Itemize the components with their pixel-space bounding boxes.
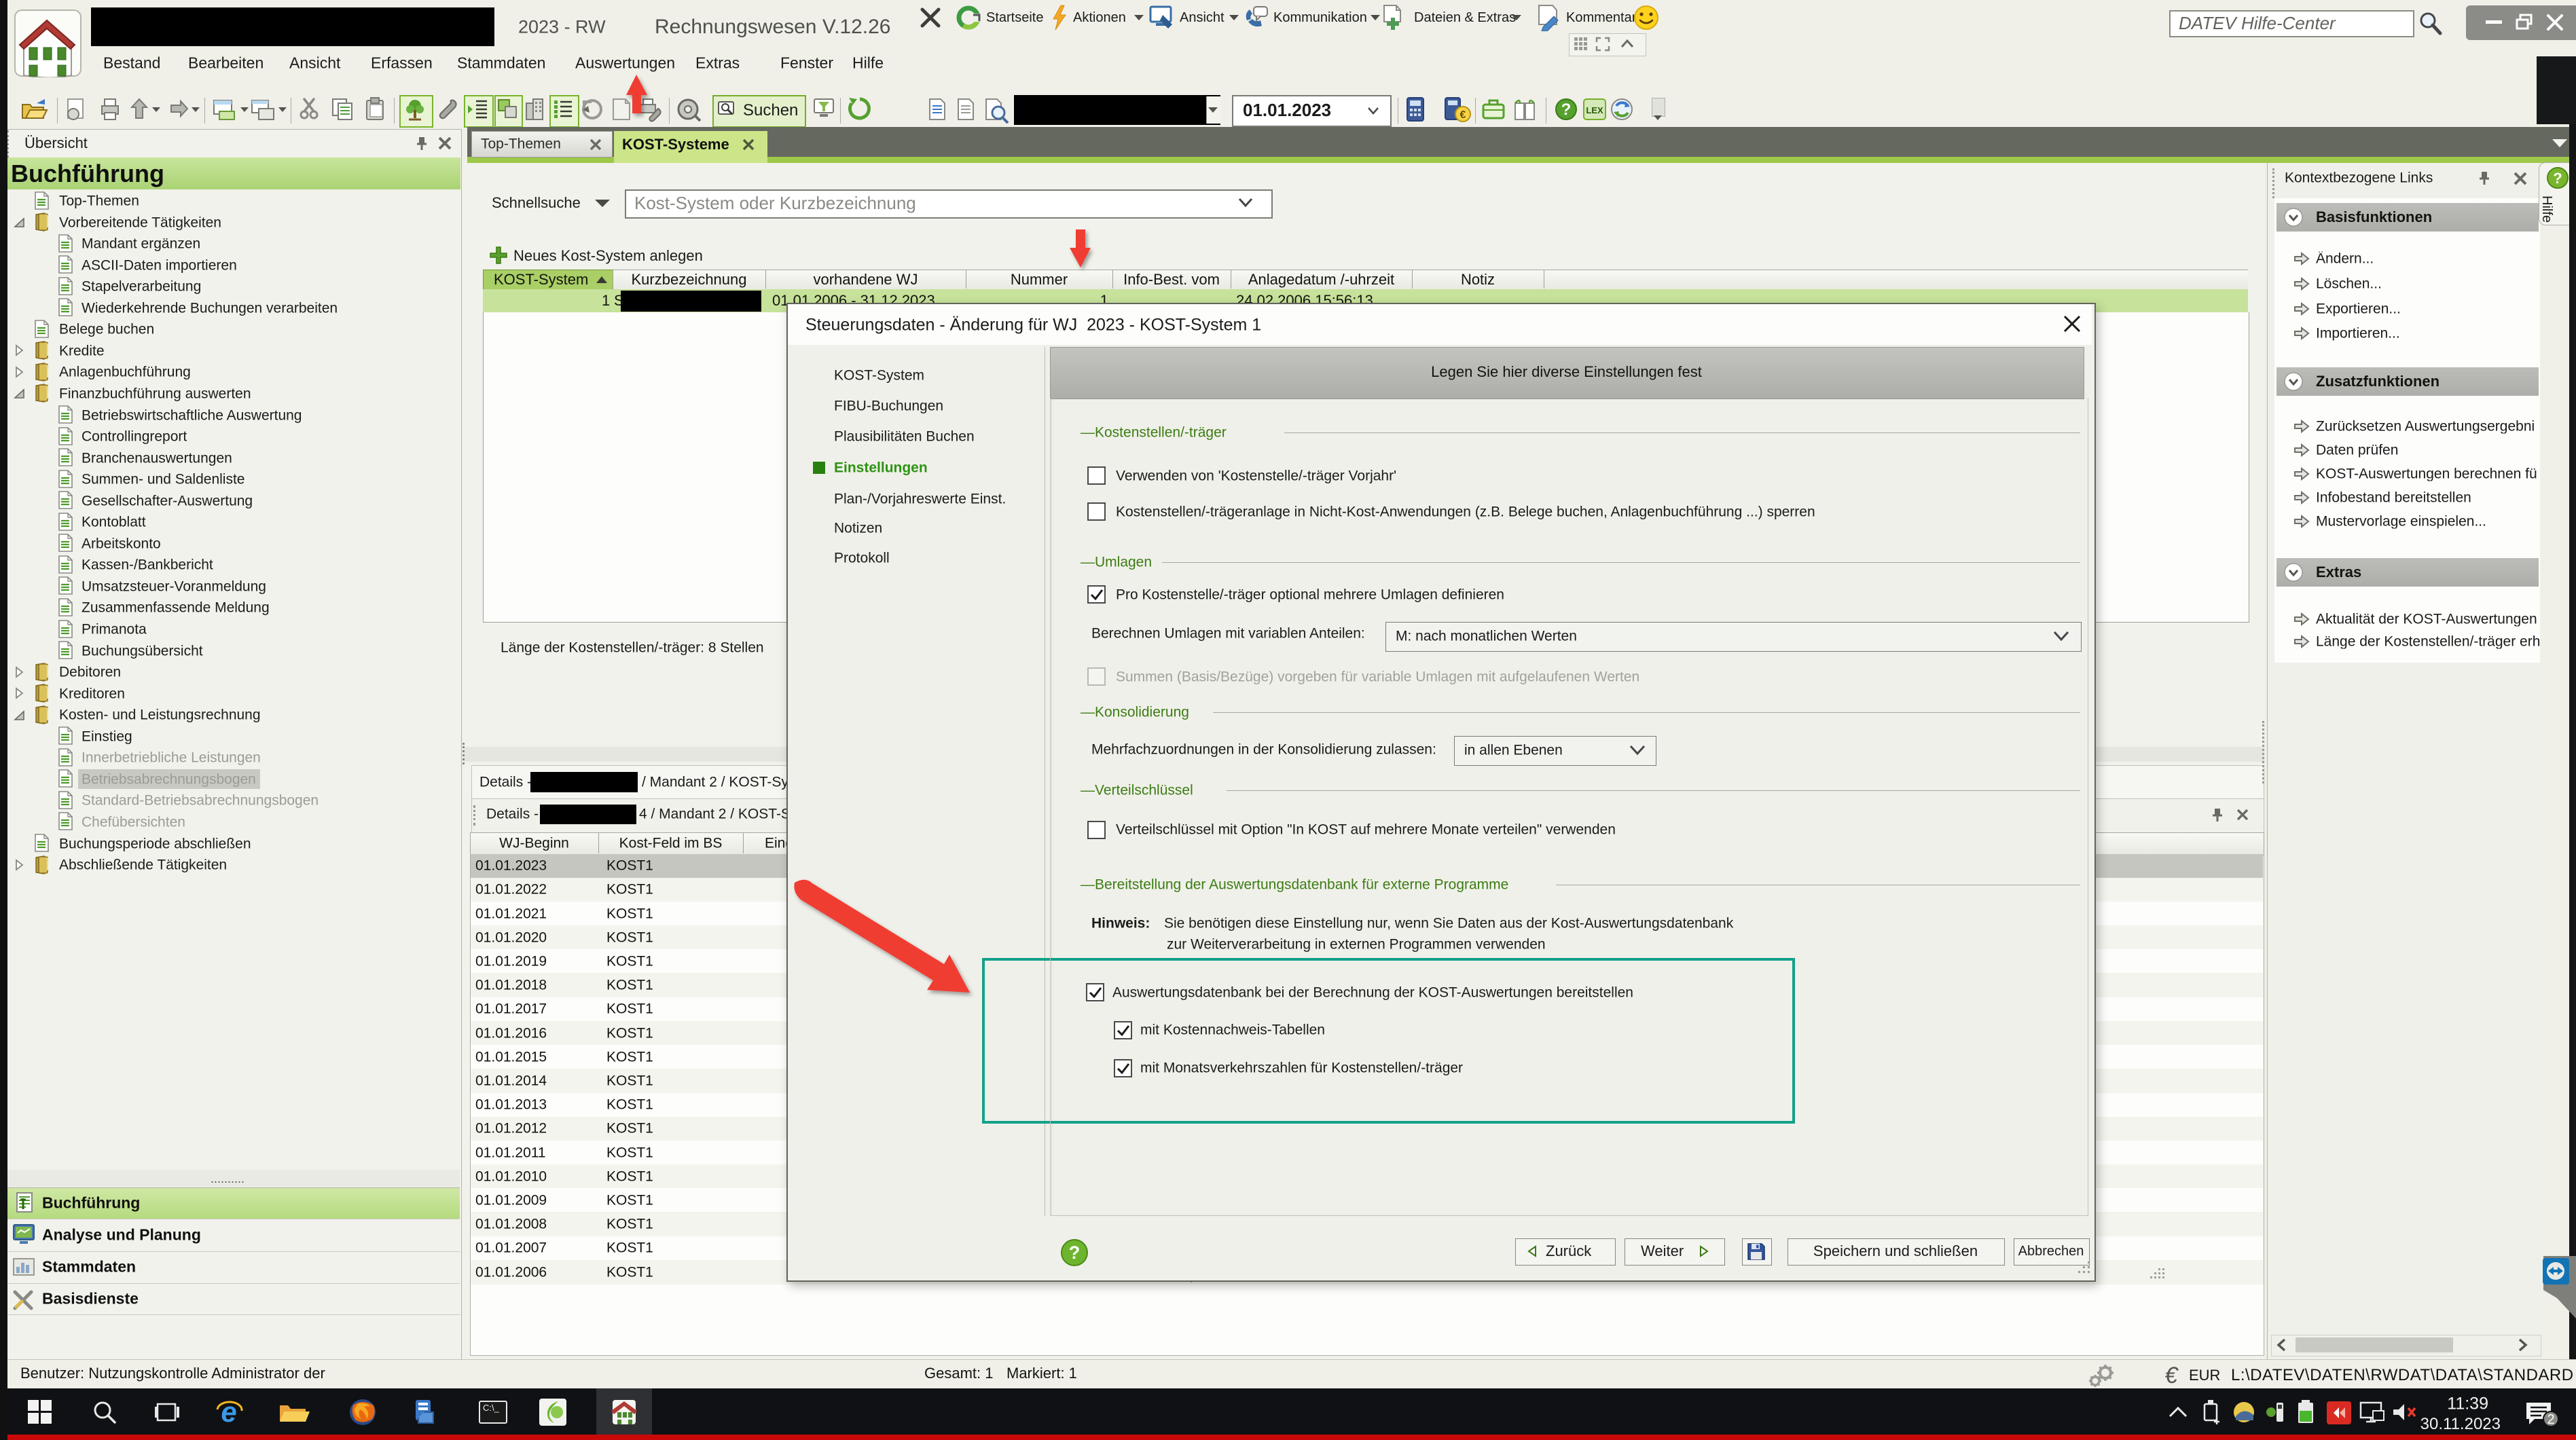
svg-text:C:\_: C:\_ [483,1403,500,1413]
svg-text:2: 2 [2547,1412,2554,1427]
